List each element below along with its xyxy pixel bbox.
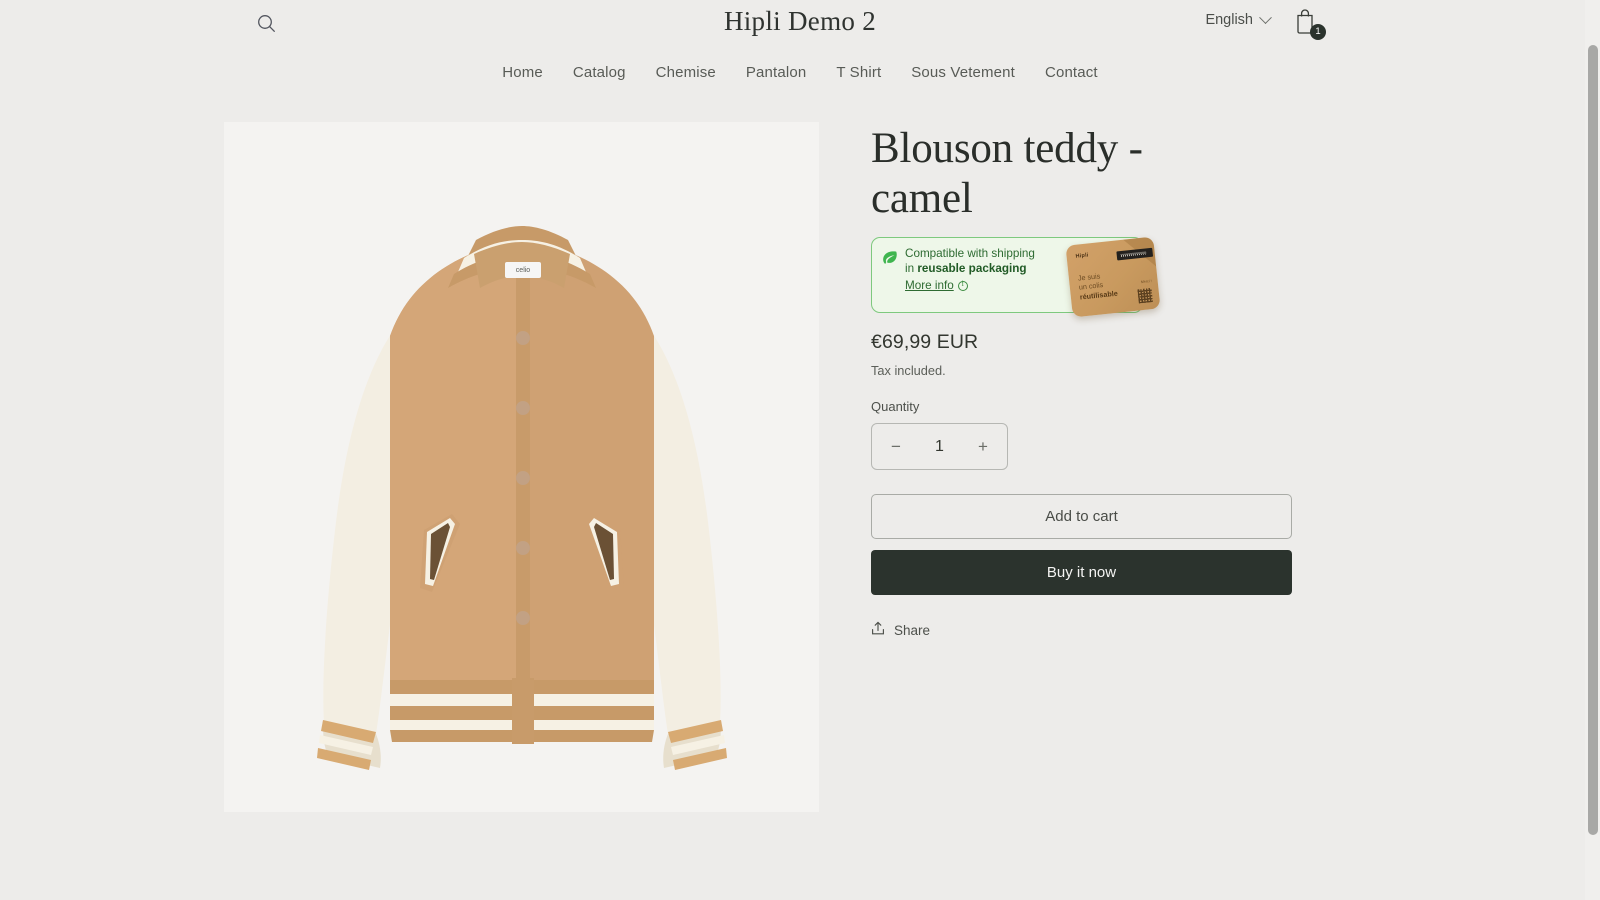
qr-code-icon: [1137, 288, 1153, 304]
product-title: Blouson teddy - camel: [871, 125, 1143, 222]
quantity-input[interactable]: [919, 437, 960, 456]
page-scrollbar-track[interactable]: [1585, 0, 1600, 900]
nav-item-home[interactable]: Home: [502, 64, 543, 81]
nav-item-pantalon[interactable]: Pantalon: [746, 64, 806, 81]
eco-banner-text: Compatible with shipping in reusable pac…: [905, 247, 1043, 276]
card-text: Je suis un colis réutilisable: [1077, 270, 1118, 302]
share-label: Share: [894, 622, 931, 638]
product-price: €69,99 EUR: [871, 331, 979, 353]
quantity-stepper[interactable]: − +: [871, 423, 1008, 470]
product-info: Blouson teddy - camel Compatible with sh…: [871, 122, 1301, 812]
page-scrollbar-thumb[interactable]: [1588, 45, 1598, 835]
quantity-increase-button[interactable]: +: [973, 437, 993, 457]
buy-it-now-button[interactable]: Buy it now: [871, 550, 1292, 595]
reusable-packaging-card-image: Hipli Je suis un colis réutilisable Merc…: [1065, 236, 1161, 318]
language-selector[interactable]: English: [1205, 10, 1272, 28]
card-small-text: Merci !: [1140, 278, 1152, 285]
info-circle-icon: [957, 279, 968, 291]
add-to-cart-button[interactable]: Add to cart: [871, 494, 1292, 539]
hipli-logo: Hipli: [1075, 252, 1089, 260]
quantity-label: Quantity: [871, 399, 920, 414]
product-gallery[interactable]: celio: [224, 122, 819, 812]
nav-item-contact[interactable]: Contact: [1045, 64, 1098, 81]
eco-text-bold: reusable packaging: [917, 261, 1027, 275]
nav-item-chemise[interactable]: Chemise: [656, 64, 716, 81]
tax-note: Tax included.: [871, 363, 946, 378]
store-title[interactable]: Hipli Demo 2: [0, 6, 1600, 37]
product-page: Hipli Demo 2 English 1 Home Catalog Chem…: [0, 0, 1600, 900]
share-icon: [871, 621, 885, 639]
nav-item-tshirt[interactable]: T Shirt: [836, 64, 881, 81]
nav-item-sous-vetement[interactable]: Sous Vetement: [911, 64, 1015, 81]
eco-packaging-banner[interactable]: Compatible with shipping in reusable pac…: [871, 236, 1171, 318]
main-navigation: Home Catalog Chemise Pantalon T Shirt So…: [0, 45, 1600, 93]
language-label: English: [1205, 12, 1253, 28]
site-header: Hipli Demo 2 English 1: [0, 0, 1600, 45]
cart-button[interactable]: 1: [1292, 6, 1326, 40]
nav-item-catalog[interactable]: Catalog: [573, 64, 626, 81]
product-image: celio: [224, 122, 819, 812]
share-button[interactable]: Share: [871, 621, 930, 639]
product-main: celio Blouson teddy - camel Compatible w…: [0, 122, 1600, 812]
leaf-icon: [881, 250, 898, 271]
cart-count-badge: 1: [1310, 24, 1326, 40]
chevron-down-icon: [1259, 10, 1272, 24]
quantity-decrease-button[interactable]: −: [886, 437, 906, 457]
more-info-link[interactable]: More info: [905, 279, 968, 292]
svg-text:celio: celio: [516, 267, 531, 274]
more-info-label: More info: [905, 279, 954, 293]
